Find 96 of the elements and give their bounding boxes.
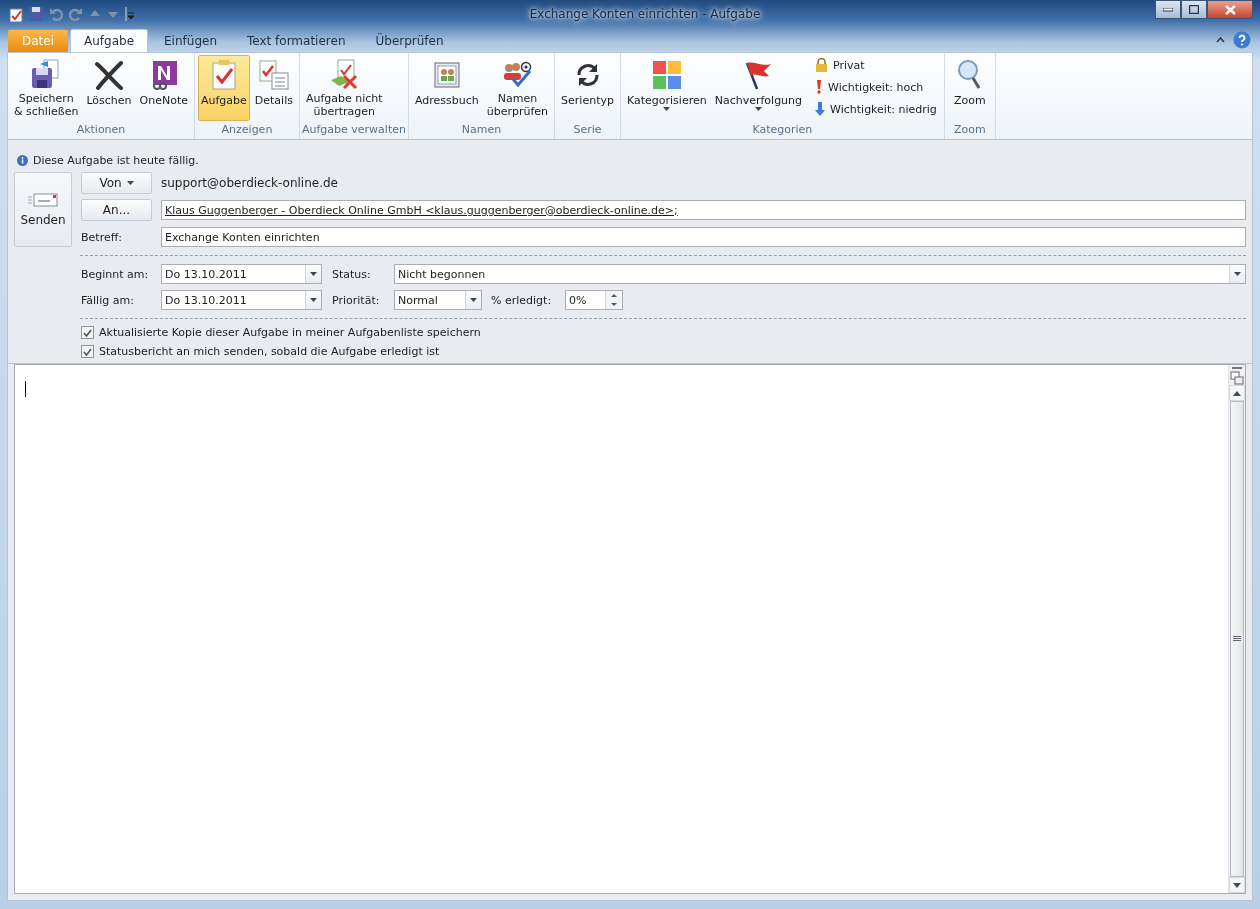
group-label: Aktionen <box>75 123 127 138</box>
ribbon-button[interactable]: Namen überprüfen <box>483 55 552 121</box>
group-label: Anzeigen <box>220 123 274 138</box>
checkbox[interactable] <box>81 326 94 339</box>
ribbon-button[interactable]: Kategorisieren <box>623 55 710 121</box>
group-label: Serie <box>572 123 603 138</box>
people-check-icon <box>501 59 534 89</box>
window-title: Exchange Konten einrichten - Aufgabe <box>528 7 762 21</box>
down-arrow-icon <box>611 303 617 306</box>
color-grid-icon <box>651 60 682 90</box>
ribbon-button[interactable]: Wichtigkeit: niedrig <box>811 99 941 119</box>
caret-icon <box>126 181 134 185</box>
status-field[interactable]: Nicht begonnen <box>394 264 1246 284</box>
dropdown-button[interactable] <box>465 291 481 309</box>
address-book-icon <box>431 60 462 90</box>
ribbon-button[interactable]: Privat <box>811 55 941 75</box>
info-text: Diese Aufgabe ist heute fällig. <box>33 153 199 167</box>
caret-icon <box>1234 272 1241 276</box>
collapse-icon[interactable] <box>1216 37 1225 43</box>
down-arrow-icon <box>1233 882 1241 888</box>
ribbon-button[interactable]: Zoom <box>947 55 992 121</box>
ribbon-button[interactable]: Adressbuch <box>411 55 482 121</box>
scroll-up-button[interactable] <box>1229 385 1245 401</box>
text-cursor <box>25 381 26 397</box>
ribbon-button[interactable]: Speichern & schließen <box>11 55 82 121</box>
spin-down-button[interactable] <box>606 300 622 309</box>
checkbox-label: Aktualisierte Kopie dieser Aufgabe in meiner Aufgabenliste speichern <box>99 326 481 339</box>
flag-icon <box>743 60 774 90</box>
percent-label: % erledigt: <box>491 293 553 307</box>
subject-field[interactable]: Exchange Konten einrichten <box>161 227 1246 247</box>
subject-label: Betreff: <box>81 230 123 244</box>
scroll-down-button[interactable] <box>1229 877 1245 893</box>
ruler-icon[interactable] <box>1230 371 1244 385</box>
group-label: Kategorien <box>751 123 814 138</box>
group-label: Zoom <box>952 123 987 138</box>
spin-up-button[interactable] <box>606 291 622 300</box>
start-date-label: Beginnt am: <box>81 267 150 281</box>
ribbon-button[interactable]: Wichtigkeit: hoch <box>811 77 941 97</box>
ribbon-button[interactable]: Nachverfolgung <box>711 55 806 121</box>
ribbon-tab[interactable]: Aufgabe <box>70 29 149 52</box>
clipboard-list-icon <box>257 59 290 91</box>
scrollbar[interactable] <box>1228 365 1245 893</box>
ribbon-button[interactable]: Serientyp <box>558 55 617 121</box>
ribbon-tab[interactable]: Überprüfen <box>361 29 458 52</box>
ribbon-button[interactable]: Aufgabe nicht übertragen <box>302 55 386 121</box>
dropdown-button[interactable] <box>305 291 321 309</box>
close-icon <box>1224 4 1236 15</box>
caret-icon <box>310 298 317 302</box>
caret-icon <box>470 298 477 302</box>
scroll-thumb[interactable] <box>1230 401 1244 877</box>
checkbox[interactable] <box>81 345 94 358</box>
to-button[interactable]: An... <box>81 199 152 221</box>
status-label: Status: <box>332 267 372 281</box>
checkbox-label: Statusbericht an mich senden, sobald die Aufgabe erledigt ist <box>99 345 440 358</box>
ribbon-tab[interactable]: Einfügen <box>150 29 231 52</box>
clipboard-check-icon <box>209 59 238 91</box>
up-arrow-icon <box>611 294 617 297</box>
minimize-icon <box>1163 7 1173 12</box>
minimize-button[interactable] <box>1155 0 1181 19</box>
group-label: Aufgabe verwalten <box>300 123 407 138</box>
ribbon-tab[interactable]: Text formatieren <box>233 29 360 52</box>
magnifier-icon <box>956 59 983 91</box>
close-button[interactable] <box>1207 0 1253 19</box>
from-button[interactable]: Von <box>81 172 152 194</box>
group-label: Namen <box>460 123 503 138</box>
check-icon <box>83 347 92 356</box>
start-date-field[interactable]: Do 13.10.2011 <box>161 264 322 284</box>
ribbon-button[interactable]: Aufgabe <box>197 55 250 121</box>
ribbon-button[interactable]: OneNote <box>136 55 191 121</box>
maximize-button[interactable] <box>1181 0 1207 19</box>
lock-icon <box>815 58 829 72</box>
customize-icon[interactable] <box>125 7 135 21</box>
due-date-field[interactable]: Do 13.10.2011 <box>161 290 322 310</box>
from-address: support@oberdieck-online.de <box>161 176 338 190</box>
priority-field[interactable]: Normal <box>394 290 482 310</box>
due-date-label: Fällig am: <box>81 293 135 307</box>
x-mark-icon <box>93 60 124 90</box>
send-button[interactable]: Senden <box>14 172 72 247</box>
check-icon <box>83 328 92 337</box>
envelope-icon <box>28 192 58 207</box>
help-icon[interactable] <box>1233 31 1251 49</box>
dropdown-button[interactable] <box>1229 265 1245 283</box>
up-arrow-icon <box>1233 390 1241 396</box>
dropdown-button[interactable] <box>305 265 321 283</box>
to-field[interactable]: Klaus Guggenberger - Oberdieck Online GmbH <klaus.guggenberger@oberdieck-online.de>; <box>161 200 1246 220</box>
ribbon-button[interactable]: Löschen <box>83 55 135 121</box>
percent-field[interactable]: 0% <box>565 290 623 310</box>
clipboard-check-icon[interactable] <box>9 6 23 22</box>
info-icon <box>17 154 28 166</box>
ribbon-button[interactable]: Details <box>251 55 296 121</box>
grip-icon <box>1233 636 1241 642</box>
down-arrow-icon <box>815 102 826 116</box>
caret-icon <box>310 272 317 276</box>
priority-label: Priorität: <box>332 293 381 307</box>
maximize-icon <box>1189 5 1199 14</box>
exclamation-icon <box>815 80 824 94</box>
